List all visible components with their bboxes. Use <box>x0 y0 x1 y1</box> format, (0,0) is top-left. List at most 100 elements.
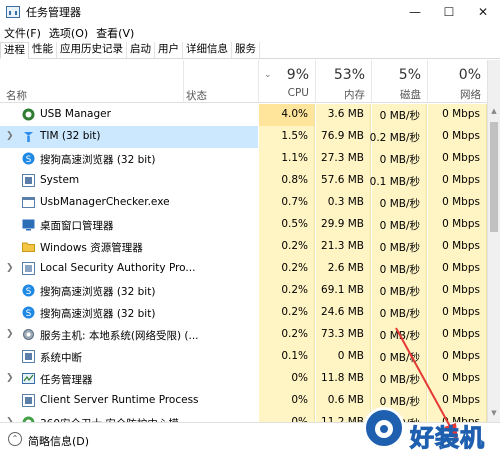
process-net-value: 0 Mbps <box>442 130 480 142</box>
column-divider <box>183 60 184 103</box>
process-net-cell: 0 Mbps <box>428 302 487 324</box>
memory-total-percent: 53% <box>333 67 365 83</box>
tab-services[interactable]: 服务 <box>232 42 260 58</box>
process-name-cell[interactable]: System <box>0 170 258 192</box>
tab-app-history[interactable]: 应用历史记录 <box>57 42 127 58</box>
tab-bar: 进程 性能 应用历史记录 启动 用户 详细信息 服务 <box>0 42 500 59</box>
expand-chevron-icon[interactable]: ❯ <box>6 373 14 383</box>
process-name: Local Security Authority Pro... <box>40 262 196 274</box>
process-cpu-cell: 1.5% <box>259 126 315 148</box>
column-memory[interactable]: 53% 内存 <box>316 60 371 103</box>
column-network[interactable]: 0% 网络 <box>428 60 487 103</box>
process-name-cell[interactable]: ❯ 任务管理器 <box>0 368 258 390</box>
scroll-down-arrow-icon[interactable]: ▼ <box>488 406 500 420</box>
process-mem-cell: 11.8 MB <box>316 368 371 390</box>
process-cpu-value: 0.2% <box>281 240 308 252</box>
process-name-cell[interactable]: ❯ TIM (32 bit) <box>0 126 258 148</box>
expand-chevron-icon[interactable]: ❯ <box>6 131 14 141</box>
process-disk-value: 0 MB/秒 <box>379 330 420 342</box>
process-net-cell: 0 Mbps <box>428 192 487 214</box>
tab-processes[interactable]: 进程 <box>0 42 29 59</box>
process-name-cell[interactable]: S 搜狗高速浏览器 (32 bit) <box>0 280 258 302</box>
process-net-cell: 0 Mbps <box>428 280 487 302</box>
process-net-value: 0 Mbps <box>442 108 480 120</box>
process-cpu-value: 0% <box>291 372 308 384</box>
process-cpu-cell: 0.7% <box>259 192 315 214</box>
process-row[interactable]: 系统中断 0.1% 0 MB 0 MB/秒 0 Mbps <box>0 346 487 368</box>
fewer-details-link[interactable]: 简略信息(D) <box>28 433 89 449</box>
expand-chevron-icon[interactable]: ❯ <box>6 263 14 273</box>
column-status-label[interactable]: 状态 <box>186 88 207 103</box>
process-row[interactable]: 桌面窗口管理器 0.5% 29.9 MB 0 MB/秒 0 Mbps <box>0 214 487 236</box>
process-row[interactable]: ❯ 服务主机: 本地系统(网络受限) (... 0.2% 73.3 MB 0 MB/秒 0… <box>0 324 487 346</box>
vertical-scrollbar[interactable]: ▲ ▼ <box>487 60 500 422</box>
scroll-thumb[interactable] <box>490 122 498 232</box>
menu-view[interactable]: 查看(V) <box>92 25 138 41</box>
collapse-up-icon[interactable]: ⌃ <box>8 432 22 446</box>
column-name[interactable]: 名称 状态 ⌄ <box>0 60 272 103</box>
process-mem-cell: 11.2 MB <box>316 412 371 422</box>
close-button[interactable]: ✕ <box>466 0 500 24</box>
process-disk-cell: 0 MB/秒 <box>372 148 427 170</box>
process-cpu-value: 0.2% <box>281 284 308 296</box>
process-name-cell[interactable]: 系统中断 <box>0 346 258 368</box>
tab-users[interactable]: 用户 <box>155 42 183 58</box>
process-mem-value: 0 MB <box>337 350 364 362</box>
sogou-browser-icon: S <box>22 152 35 165</box>
column-cpu[interactable]: 9% CPU <box>259 60 315 103</box>
process-row[interactable]: ❯ Local Security Authority Pro... 0.2% 2.6 … <box>0 258 487 280</box>
process-row[interactable]: UsbManagerChecker.exe 0.7% 0.3 MB 0 MB/秒 0 M… <box>0 192 487 214</box>
process-row[interactable]: S 搜狗高速浏览器 (32 bit) 0.2% 69.1 MB 0 MB/秒 0 Mbps <box>0 280 487 302</box>
process-name-cell[interactable]: Client Server Runtime Process <box>0 390 258 412</box>
process-name-cell[interactable]: S 搜狗高速浏览器 (32 bit) <box>0 148 258 170</box>
process-cpu-cell: 1.1% <box>259 148 315 170</box>
process-name-cell[interactable]: UsbManagerChecker.exe <box>0 192 258 214</box>
tab-startup[interactable]: 启动 <box>127 42 155 58</box>
exe-icon <box>22 196 35 209</box>
process-row[interactable]: ❯ 任务管理器 0% 11.8 MB 0 MB/秒 0 Mbps <box>0 368 487 390</box>
process-name: USB Manager <box>40 108 111 120</box>
menu-options[interactable]: 选项(O) <box>45 25 92 41</box>
process-row[interactable]: S 搜狗高速浏览器 (32 bit) 1.1% 27.3 MB 0 MB/秒 0 Mbps <box>0 148 487 170</box>
process-row[interactable]: USB Manager 4.0% 3.6 MB 0 MB/秒 0 Mbps <box>0 104 487 126</box>
process-mem-cell: 3.6 MB <box>316 104 371 126</box>
process-disk-value: 0.1 MB/秒 <box>369 176 420 188</box>
process-row[interactable]: ❯ TIM (32 bit) 1.5% 76.9 MB 0.2 MB/秒 0 Mbps <box>0 126 487 148</box>
expand-chevron-icon[interactable]: ❯ <box>6 329 14 339</box>
window-title: 任务管理器 <box>26 6 81 19</box>
process-name-cell[interactable]: 桌面窗口管理器 <box>0 214 258 236</box>
process-name: 搜狗高速浏览器 (32 bit) <box>40 154 156 166</box>
scroll-up-arrow-icon[interactable]: ▲ <box>488 104 500 118</box>
svg-text:S: S <box>26 309 32 319</box>
process-name: System <box>40 174 80 186</box>
network-total-percent: 0% <box>458 67 481 83</box>
process-row[interactable]: Windows 资源管理器 0.2% 21.3 MB 0 MB/秒 0 Mbps <box>0 236 487 258</box>
process-cpu-cell: 0% <box>259 412 315 422</box>
process-name-cell[interactable]: USB Manager <box>0 104 258 126</box>
process-disk-cell: 0 MB/秒 <box>372 214 427 236</box>
process-mem-value: 0.3 MB <box>327 196 364 208</box>
process-row[interactable]: Client Server Runtime Process 0% 0.6 MB 0 M… <box>0 390 487 412</box>
maximize-button[interactable]: ☐ <box>432 0 466 24</box>
process-disk-cell: 0 MB/秒 <box>372 236 427 258</box>
column-name-label: 名称 <box>6 90 27 102</box>
process-mem-value: 76.9 MB <box>321 130 364 142</box>
process-net-cell: 0 Mbps <box>428 258 487 280</box>
minimize-button[interactable]: — <box>398 0 432 24</box>
process-cpu-cell: 0.8% <box>259 170 315 192</box>
process-net-value: 0 Mbps <box>442 152 480 164</box>
process-name-cell[interactable]: ❯360安全卫士 安全防护中心模... <box>0 412 258 422</box>
process-name-cell[interactable]: Windows 资源管理器 <box>0 236 258 258</box>
process-name-cell[interactable]: S 搜狗高速浏览器 (32 bit) <box>0 302 258 324</box>
process-mem-cell: 0.6 MB <box>316 390 371 412</box>
process-row[interactable]: System 0.8% 57.6 MB 0.1 MB/秒 0 Mbps <box>0 170 487 192</box>
menu-file[interactable]: 文件(F) <box>0 25 45 41</box>
tab-details[interactable]: 详细信息 <box>183 42 232 58</box>
process-name-cell[interactable]: ❯ 服务主机: 本地系统(网络受限) (... <box>0 324 258 346</box>
process-row[interactable]: S 搜狗高速浏览器 (32 bit) 0.2% 24.6 MB 0 MB/秒 0 Mbps <box>0 302 487 324</box>
process-net-cell: 0 Mbps <box>428 104 487 126</box>
process-name-cell[interactable]: ❯ Local Security Authority Pro... <box>0 258 258 280</box>
tab-performance[interactable]: 性能 <box>29 42 57 58</box>
column-disk[interactable]: 5% 磁盘 <box>372 60 427 103</box>
process-disk-cell: 0 MB/秒 <box>372 258 427 280</box>
